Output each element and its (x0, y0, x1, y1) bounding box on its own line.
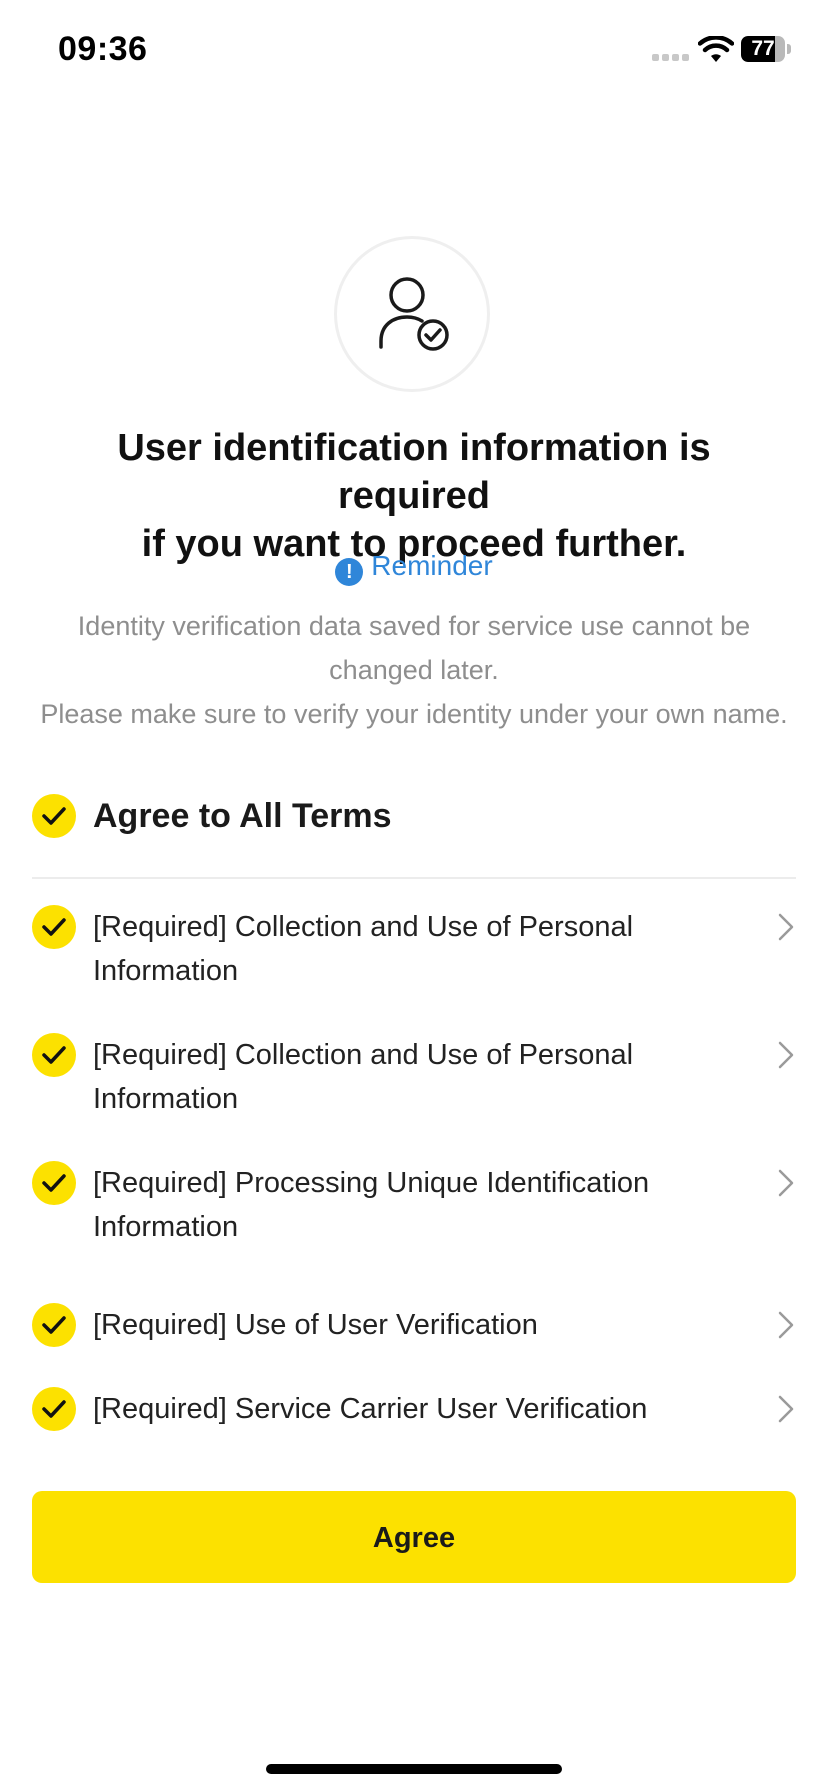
term-label: [Required] Collection and Use of Persona… (93, 1039, 634, 1115)
user-verified-icon (334, 236, 490, 392)
agree-all-checkbox[interactable]: Agree to All Terms (32, 792, 796, 840)
wifi-icon (697, 35, 735, 64)
term-item[interactable]: [Required] Use of User Verification (32, 1303, 796, 1347)
reminder: ! Reminder (0, 548, 828, 586)
chevron-right-icon[interactable] (776, 911, 796, 943)
divider (32, 877, 796, 879)
home-indicator[interactable] (266, 1764, 562, 1774)
page-title: User identification information is requi… (40, 424, 788, 568)
check-icon (32, 905, 76, 949)
exclamation-icon: ! (335, 558, 364, 586)
term-item[interactable]: [Required] Collection and Use of Persona… (32, 905, 796, 993)
term-label: [Required] Use of User Verification (93, 1309, 538, 1341)
term-item[interactable]: [Required] Service Carrier User Verifica… (32, 1387, 796, 1431)
term-label: [Required] Service Carrier User Verifica… (93, 1393, 648, 1425)
page-title-line1: User identification information is requi… (117, 427, 711, 517)
check-icon (32, 1387, 76, 1431)
notice-line2: changed later. (329, 655, 499, 685)
status-bar: 09:36 77 (0, 0, 828, 100)
term-label: [Required] Collection and Use of Persona… (93, 911, 634, 987)
term-item[interactable]: [Required] Processing Unique Identificat… (32, 1161, 796, 1249)
battery-icon: 77 (741, 36, 791, 62)
chevron-right-icon[interactable] (776, 1309, 796, 1341)
cellular-signal-icon (652, 54, 692, 62)
check-icon (32, 1033, 76, 1077)
check-icon (32, 794, 76, 838)
agree-button[interactable]: Agree (32, 1491, 796, 1583)
reminder-label: Reminder (371, 550, 493, 581)
chevron-right-icon[interactable] (776, 1039, 796, 1071)
term-label: [Required] Processing Unique Identificat… (93, 1167, 650, 1243)
notice-line3: Please make sure to verify your identity… (40, 699, 788, 729)
check-icon (32, 1303, 76, 1347)
notice-line1: Identity verification data saved for ser… (77, 611, 751, 641)
chevron-right-icon[interactable] (776, 1167, 796, 1199)
term-item[interactable]: [Required] Collection and Use of Persona… (32, 1033, 796, 1121)
notice-text: Identity verification data saved for ser… (20, 604, 808, 736)
check-icon (32, 1161, 76, 1205)
chevron-right-icon[interactable] (776, 1393, 796, 1425)
status-time: 09:36 (58, 30, 148, 68)
agree-all-label: Agree to All Terms (93, 797, 392, 835)
battery-level: 77 (751, 37, 775, 60)
